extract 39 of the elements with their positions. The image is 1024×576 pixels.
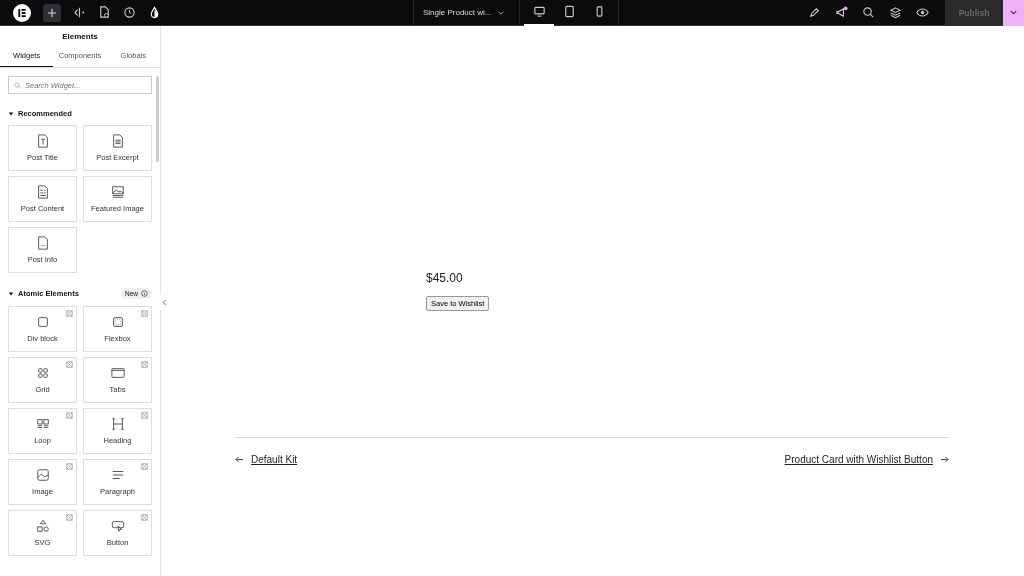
previous-post-link[interactable]: Default Kit — [235, 454, 298, 465]
document-selector[interactable]: Single Product wi... — [413, 0, 520, 26]
chevron-down-icon — [1009, 8, 1018, 17]
grid-widget-icon — [35, 366, 50, 380]
flexbox-widget-icon — [110, 315, 125, 329]
featured-widget-icon — [110, 185, 125, 199]
info-widget-icon — [35, 236, 50, 250]
tabs-widget-icon — [110, 366, 125, 380]
page-settings-icon[interactable] — [98, 6, 111, 19]
preview-eye-icon[interactable] — [916, 6, 929, 19]
tablet-icon — [562, 5, 576, 18]
title-widget-icon — [35, 134, 50, 148]
next-post-link[interactable]: Product Card with Wishlist Button — [784, 454, 949, 465]
loop-widget-icon — [35, 417, 50, 431]
div-widget-icon — [35, 315, 50, 329]
heading-widget-icon — [110, 417, 125, 431]
logo-icon[interactable] — [13, 3, 31, 22]
structure-icon[interactable] — [73, 6, 86, 19]
arrow-right-icon — [940, 456, 949, 463]
image-widget-icon — [35, 468, 50, 482]
pencil-icon[interactable] — [808, 6, 821, 19]
svg-widget-icon — [35, 519, 50, 533]
button-widget-icon — [110, 519, 125, 533]
excerpt-widget-icon — [110, 134, 125, 148]
expanded-caret-icon[interactable] — [8, 290, 14, 297]
content-widget-icon — [35, 185, 50, 199]
history-icon[interactable] — [123, 6, 136, 19]
add-element-icon[interactable] — [43, 3, 61, 22]
search-icon — [14, 82, 21, 89]
layers-icon[interactable] — [889, 6, 902, 19]
product-price: $45.00 — [426, 271, 463, 285]
arrow-left-icon — [235, 456, 244, 463]
paragraph-widget-icon — [110, 468, 125, 482]
expanded-caret-icon[interactable] — [8, 110, 14, 117]
desktop-icon — [532, 5, 546, 18]
theme-drop-icon[interactable] — [148, 6, 161, 19]
megaphone-icon[interactable] — [835, 6, 848, 19]
panel-title: Elements — [61, 31, 99, 43]
search-icon[interactable] — [862, 6, 875, 19]
